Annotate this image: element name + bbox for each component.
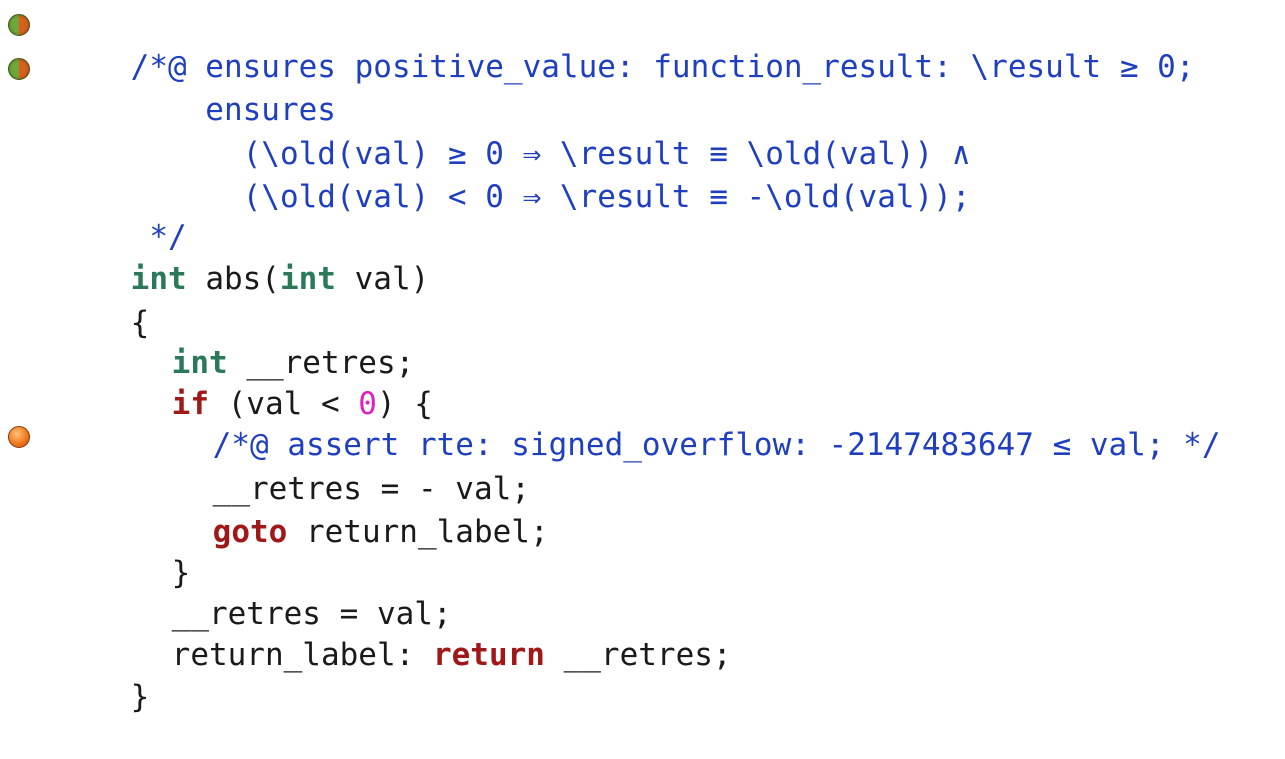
control-keyword: goto	[212, 514, 288, 550]
code-line: int abs(int val)	[56, 218, 430, 297]
code-line: __retres = - val;	[138, 428, 530, 507]
status-bullet-icon[interactable]	[8, 14, 30, 36]
code-editor[interactable]: /*@ ensures positive_value: function_res…	[0, 0, 1285, 715]
status-bullet-icon[interactable]	[8, 426, 30, 448]
code-line: (\old(val) < 0 ⇒ \result ≡ -\old(val));	[56, 136, 971, 215]
control-keyword: return	[432, 637, 545, 673]
code-line: return_label: return __retres;	[97, 594, 732, 673]
code-line: __retres = val;	[97, 553, 452, 632]
code-text: abs(	[186, 261, 280, 297]
code-line: /*@ assert rte: signed_overflow: -214748…	[138, 384, 1221, 463]
code-line: }	[97, 512, 191, 591]
code-line: int __retres;	[97, 302, 415, 381]
type-keyword: int	[279, 261, 336, 297]
status-bullet-icon[interactable]	[8, 58, 30, 80]
annotation-text: (\old(val) < 0 ⇒ \result ≡ -\old(val));	[130, 179, 971, 215]
code-text: val)	[335, 261, 430, 297]
code-line: ensures	[56, 49, 336, 128]
code-text: return_label;	[287, 514, 549, 550]
code-line: (\old(val) ≥ 0 ⇒ \result ≡ \old(val)) ∧	[56, 93, 971, 172]
code-line: goto return_label;	[138, 471, 549, 550]
code-line: if (val < 0) {	[97, 343, 433, 422]
label-text: return_label:	[171, 637, 433, 673]
code-line: {	[56, 262, 150, 341]
code-text: }	[130, 679, 150, 715]
code-text: __retres;	[544, 637, 732, 673]
code-line: }	[56, 636, 150, 715]
code-line: */	[56, 176, 186, 255]
code-line: /*@ ensures positive_value: function_res…	[56, 6, 1195, 85]
